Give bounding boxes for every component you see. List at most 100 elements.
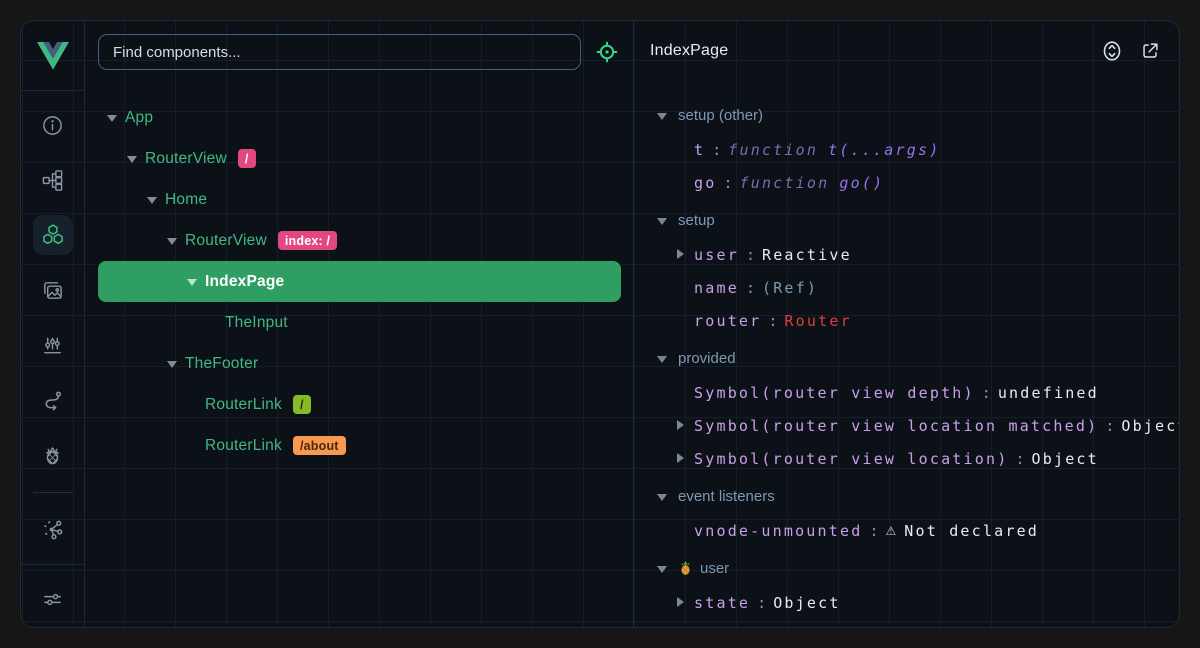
section-header[interactable]: setup (other) [650,97,1179,133]
components-icon[interactable] [33,215,73,255]
function-signature: t(...args) [828,141,940,159]
search-input[interactable] [98,34,581,70]
component-name: RouterView [185,232,267,250]
property-value: Reactive [762,246,852,264]
tree-item[interactable]: RouterLink/ [98,384,621,425]
property-key: name [694,279,739,297]
section-expander-icon[interactable] [657,562,669,574]
property-row: t:functiont(...args) [650,133,1179,166]
section-expander-icon[interactable] [657,352,669,364]
component-name: Home [165,191,207,209]
section-header[interactable]: provided [650,340,1179,376]
inspector-title: IndexPage [650,42,728,60]
property-row: go:functiongo() [650,166,1179,199]
expander-icon[interactable] [166,357,179,370]
inspect-target-icon[interactable] [589,34,625,70]
tree-item[interactable]: App [98,97,621,138]
property-value: Not declared [904,522,1039,540]
property-row[interactable]: getters:Object [650,619,1179,627]
property-row[interactable]: Symbol(router view location): Object [650,442,1179,475]
key-value-separator: : [869,522,878,540]
section-label: event listeners [678,488,775,505]
expander-icon[interactable] [186,275,199,288]
sidebar [21,21,85,627]
expander-icon[interactable] [146,193,159,206]
expander-icon[interactable] [674,249,688,261]
key-value-separator: : [746,246,755,264]
expander-spacer [674,282,688,294]
property-key: Symbol(router view location matched) [694,417,1098,435]
property-row[interactable]: user: Reactive [650,238,1179,271]
component-name: App [125,109,153,127]
property-key: go [694,174,716,192]
expander-spacer [206,316,219,329]
section-header[interactable]: setup [650,202,1179,238]
section-expander-icon[interactable] [657,109,669,121]
property-value: (Ref) [762,279,818,297]
warning-icon: ⚠ [886,524,897,538]
inspector-sections: setup (other)t:functiont(...args)go:func… [634,81,1179,627]
section-expander-icon[interactable] [657,490,669,502]
expander-icon[interactable] [126,152,139,165]
graph-icon[interactable] [33,509,73,549]
property-value: Object [796,627,863,628]
section-header[interactable]: user [650,550,1179,586]
property-row: vnode-unmounted:⚠Not declared [650,514,1179,547]
expander-icon[interactable] [674,597,688,609]
tree-item[interactable]: Home [98,179,621,220]
assets-icon[interactable] [33,270,73,310]
expander-icon[interactable] [674,453,688,465]
hierarchy-icon[interactable] [33,160,73,200]
function-signature: go() [839,174,884,192]
route-badge: index: / [278,231,337,250]
key-value-separator: : [1015,450,1024,468]
expander-spacer [674,315,688,327]
tree-item[interactable]: RouterView / [98,138,621,179]
tree-item[interactable]: TheInput [98,302,621,343]
key-value-separator: : [746,279,755,297]
info-icon[interactable] [33,105,73,145]
property-key: router [694,312,761,330]
expand-collapse-all-icon[interactable] [1100,39,1124,63]
expander-icon[interactable] [106,111,119,124]
property-value: Object [1032,450,1099,468]
sidebar-nav [21,91,84,564]
key-value-separator: : [982,384,991,402]
property-key: user [694,246,739,264]
tree-item[interactable]: RouterLink/about [98,425,621,466]
component-name: TheInput [225,314,288,332]
tree-item[interactable]: IndexPage [98,261,621,302]
timeline-icon[interactable] [33,325,73,365]
section-label: provided [678,350,736,367]
property-key: t [694,141,705,159]
section-label: setup [678,212,715,229]
expander-icon[interactable] [674,420,688,432]
open-in-editor-icon[interactable] [1139,40,1161,62]
property-value: Object [1121,417,1179,435]
sidebar-divider [33,492,73,493]
tree-item[interactable]: TheFooter [98,343,621,384]
component-name: RouterLink [205,396,282,414]
component-tree-panel: App RouterView / Home RouterView index: / Inde… [86,21,633,627]
tree-item[interactable]: RouterView index: / [98,220,621,261]
section-header[interactable]: event listeners [650,478,1179,514]
key-value-separator: : [768,312,777,330]
section-expander-icon[interactable] [657,214,669,226]
expander-spacer [674,144,688,156]
route-badge: /about [293,436,346,455]
router-icon[interactable] [33,380,73,420]
property-row[interactable]: Symbol(router view location matched):Obj… [650,409,1179,442]
pinia-icon[interactable] [33,435,73,475]
component-name: IndexPage [205,273,284,291]
component-name: RouterLink [205,437,282,455]
component-tree: App RouterView / Home RouterView index: / Inde… [86,97,633,466]
section-label: user [700,560,729,577]
property-row[interactable]: state:Object [650,586,1179,619]
property-key: Symbol(router view location) [694,450,1008,468]
component-name: RouterView [145,150,227,168]
route-badge: / [238,149,256,168]
expander-icon[interactable] [166,234,179,247]
expander-spacer [674,525,688,537]
settings-icon[interactable] [33,579,73,619]
property-value: undefined [998,384,1099,402]
